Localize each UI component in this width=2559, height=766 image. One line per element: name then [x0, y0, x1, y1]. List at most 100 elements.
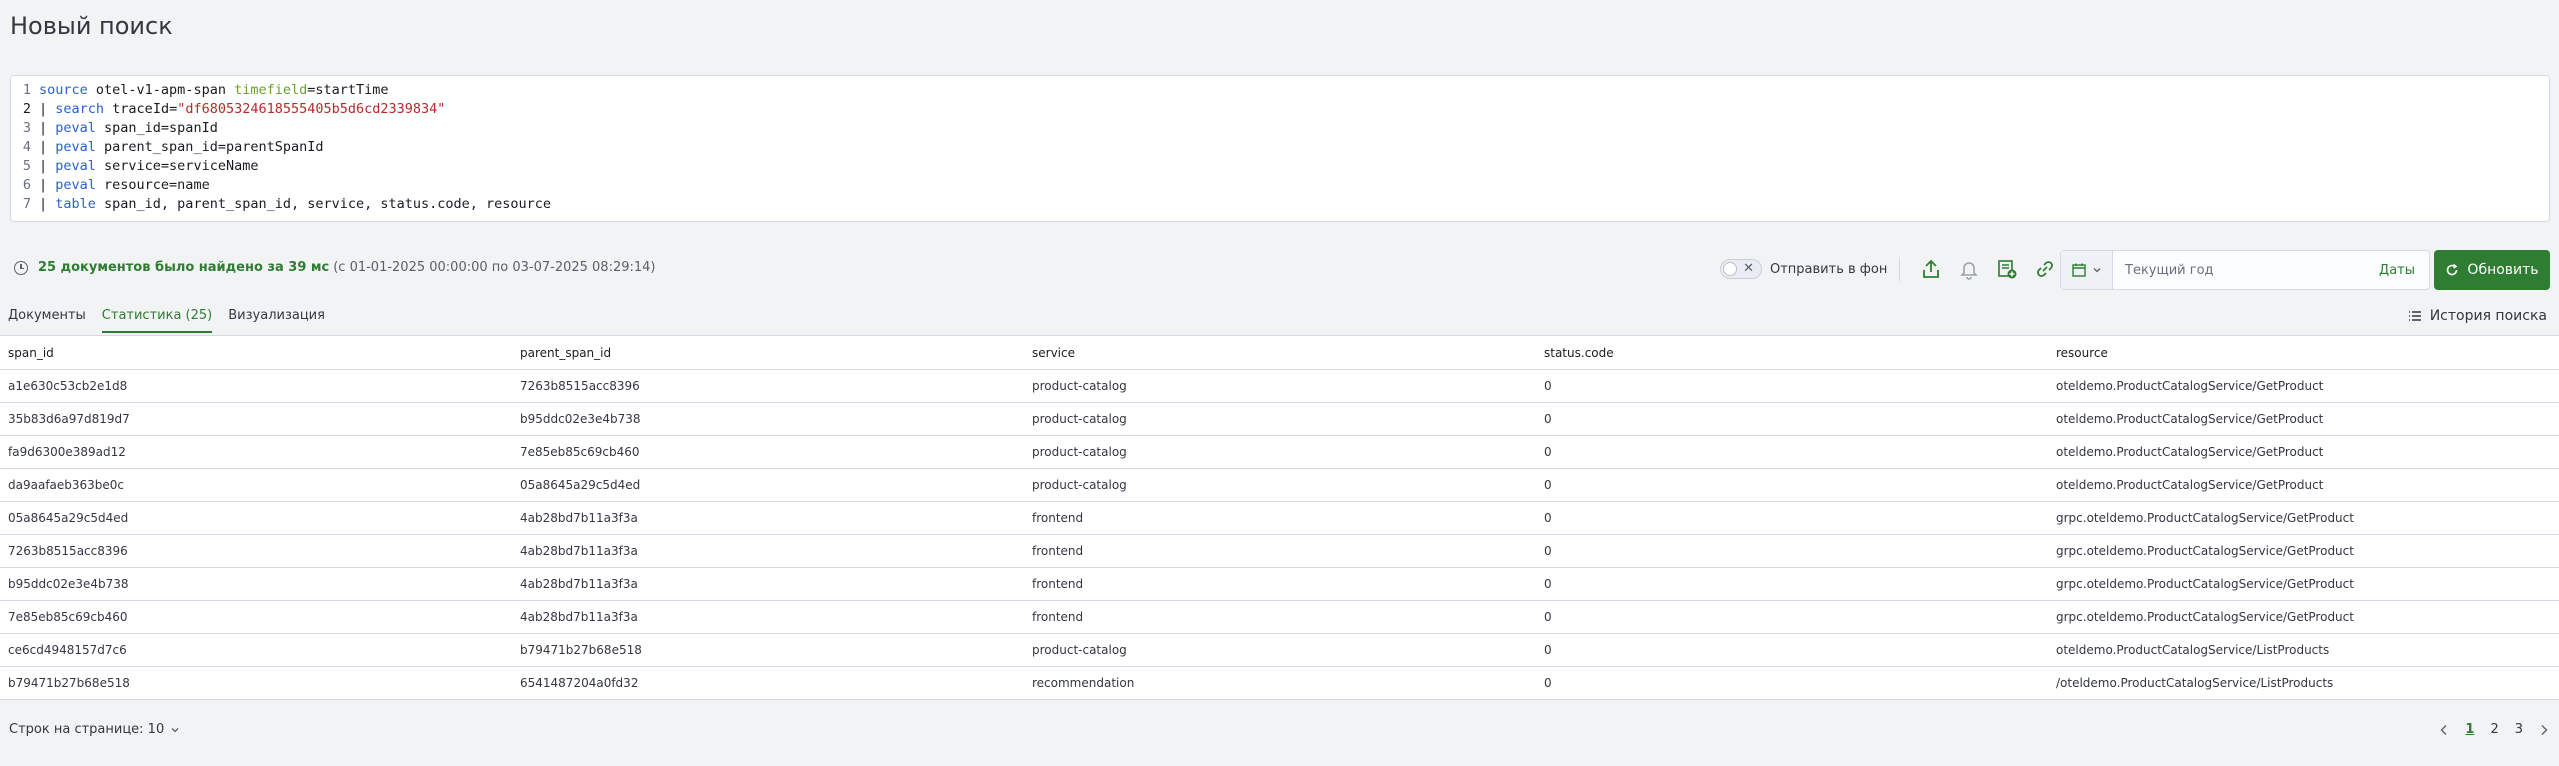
column-header[interactable]: parent_span_id — [512, 346, 1024, 360]
link-icon[interactable] — [2031, 255, 2059, 283]
code-token: source — [39, 82, 88, 98]
code-line[interactable]: 7 | table span_id, parent_span_id, servic… — [11, 195, 2549, 214]
table-cell: recommendation — [1032, 676, 1135, 690]
page-title: Новый поиск — [10, 12, 173, 40]
tab-documents[interactable]: Документы — [8, 308, 86, 333]
table-row[interactable]: b95ddc02e3e4b738 4ab28bd7b11a3f3a frontend… — [0, 568, 2559, 601]
date-picker[interactable]: Текущий год Даты — [2060, 250, 2430, 290]
code-line[interactable]: 5 | peval service=serviceName — [11, 157, 2549, 176]
query-editor[interactable]: 1 source otel-v1-apm-span timefield =start… — [10, 75, 2550, 222]
table-header: span_id parent_span_id service status.co… — [0, 336, 2559, 370]
table-cell: oteldemo.ProductCatalogService/GetProduc… — [2056, 412, 2324, 426]
code-token: "df6805324618555405b5d6cd2339834" — [177, 101, 446, 117]
background-label: Отправить в фон — [1770, 261, 1888, 277]
code-token: service=serviceName — [95, 158, 259, 174]
quick-select[interactable] — [2061, 251, 2113, 289]
table-cell: oteldemo.ProductCatalogService/GetProduc… — [2056, 379, 2324, 393]
code-token: otel-v1-apm-span — [87, 82, 235, 98]
table-cell: product-catalog — [1032, 445, 1127, 459]
column-header[interactable]: status.code — [1536, 346, 2048, 360]
code-token: timefield — [234, 82, 308, 98]
add-report-icon[interactable] — [1993, 255, 2021, 283]
table-row[interactable]: 05a8645a29c5d4ed 4ab28bd7b11a3f3a frontend… — [0, 502, 2559, 535]
table-row[interactable]: fa9d6300e389ad12 7e85eb85c69cb460 product-… — [0, 436, 2559, 469]
code-token: | — [39, 177, 56, 193]
toggle-knob — [1723, 262, 1737, 276]
code-token: peval — [55, 177, 96, 193]
table-cell: grpc.oteldemo.ProductCatalogService/GetP… — [2056, 577, 2354, 591]
bell-icon[interactable] — [1955, 255, 1983, 283]
table-cell: oteldemo.ProductCatalogService/ListProdu… — [2056, 643, 2330, 657]
table-cell: 05a8645a29c5d4ed — [8, 511, 129, 525]
table-cell: da9aafaeb363be0c — [8, 478, 125, 492]
code-token: peval — [55, 158, 96, 174]
table-cell: 0 — [1544, 478, 1552, 492]
column-header[interactable]: span_id — [0, 346, 512, 360]
table-cell: 0 — [1544, 379, 1552, 393]
chevron-right-icon[interactable] — [2539, 724, 2549, 736]
table-cell: b95ddc02e3e4b738 — [520, 412, 641, 426]
table-cell: 0 — [1544, 676, 1552, 690]
table-cell: b79471b27b68e518 — [520, 643, 642, 657]
table-row[interactable]: 7e85eb85c69cb460 4ab28bd7b11a3f3a frontend… — [0, 601, 2559, 634]
line-number: 3 — [22, 120, 31, 136]
line-number: 1 — [22, 82, 31, 98]
page-3[interactable]: 3 — [2515, 722, 2523, 737]
divider — [1899, 257, 1901, 281]
table-row[interactable]: a1e630c53cb2e1d8 7263b8515acc8396 product-… — [0, 370, 2559, 403]
column-header[interactable]: resource — [2048, 346, 2559, 360]
table-cell: 7e85eb85c69cb460 — [8, 610, 128, 624]
background-toggle[interactable]: ✕ — [1720, 259, 1762, 279]
line-number: 7 — [22, 196, 31, 212]
table-cell: oteldemo.ProductCatalogService/GetProduc… — [2056, 445, 2324, 459]
export-icon[interactable] — [1917, 255, 1945, 283]
table-cell: 7e85eb85c69cb460 — [520, 445, 640, 459]
results-table: span_id parent_span_id service status.co… — [0, 335, 2559, 700]
clock-icon — [14, 260, 28, 275]
code-token: resource=name — [95, 177, 210, 193]
page-1[interactable]: 1 — [2465, 722, 2474, 737]
table-cell: oteldemo.ProductCatalogService/GetProduc… — [2056, 478, 2324, 492]
tab-visualization[interactable]: Визуализация — [228, 308, 325, 333]
table-row[interactable]: 35b83d6a97d819d7 b95ddc02e3e4b738 product-… — [0, 403, 2559, 436]
rows-per-page[interactable]: Строк на странице: 10 — [9, 722, 180, 737]
table-row[interactable]: ce6cd4948157d7c6 b79471b27b68e518 product-… — [0, 634, 2559, 667]
close-icon: ✕ — [1743, 261, 1754, 276]
list-icon — [2408, 311, 2421, 321]
table-cell: frontend — [1032, 577, 1084, 591]
code-line[interactable]: 6 | peval resource=name — [11, 176, 2549, 195]
table-cell: grpc.oteldemo.ProductCatalogService/GetP… — [2056, 544, 2354, 558]
table-cell: frontend — [1032, 511, 1084, 525]
table-cell: b95ddc02e3e4b738 — [8, 577, 129, 591]
tab-statistics[interactable]: Статистика (25) — [101, 308, 213, 333]
chevron-left-icon[interactable] — [2439, 724, 2449, 736]
table-row[interactable]: da9aafaeb363be0c 05a8645a29c5d4ed product-… — [0, 469, 2559, 502]
code-line[interactable]: 3 | peval span_id=spanId — [11, 119, 2549, 138]
table-cell: grpc.oteldemo.ProductCatalogService/GetP… — [2056, 610, 2354, 624]
found-count: 25 документов было найдено за 39 мс — [38, 260, 330, 275]
table-cell: frontend — [1032, 544, 1084, 558]
search-status: 25 документов было найдено за 39 мс (с 0… — [14, 260, 656, 275]
table-row[interactable]: b79471b27b68e518 6541487204a0fd32 recommen… — [0, 667, 2559, 700]
line-number: 6 — [22, 177, 31, 193]
line-number: 4 — [22, 139, 31, 155]
refresh-button[interactable]: Обновить — [2434, 250, 2550, 290]
search-history-button[interactable]: История поиска — [2408, 308, 2547, 324]
code-token: span_id=spanId — [95, 120, 218, 136]
code-line[interactable]: 1 source otel-v1-apm-span timefield =start… — [11, 81, 2549, 100]
dates-link[interactable]: Даты — [2379, 263, 2429, 278]
table-cell: 0 — [1544, 643, 1552, 657]
code-token: table — [55, 196, 96, 212]
page-2[interactable]: 2 — [2490, 722, 2498, 737]
column-header[interactable]: service — [1024, 346, 1536, 360]
code-token: | — [39, 101, 56, 117]
table-cell: 6541487204a0fd32 — [520, 676, 639, 690]
table-cell: 7263b8515acc8396 — [520, 379, 640, 393]
table-row[interactable]: 7263b8515acc8396 4ab28bd7b11a3f3a frontend… — [0, 535, 2559, 568]
code-token: search — [55, 101, 105, 117]
code-line[interactable]: 4 | peval parent_span_id=parentSpanId — [11, 138, 2549, 157]
time-range: (с 01-01-2025 00:00:00 по 03-07-2025 08:… — [333, 260, 656, 275]
code-line[interactable]: 2 | search traceId= "df6805324618555405b5d… — [11, 100, 2549, 119]
table-cell: 35b83d6a97d819d7 — [8, 412, 130, 426]
date-value[interactable]: Текущий год — [2113, 263, 2379, 278]
